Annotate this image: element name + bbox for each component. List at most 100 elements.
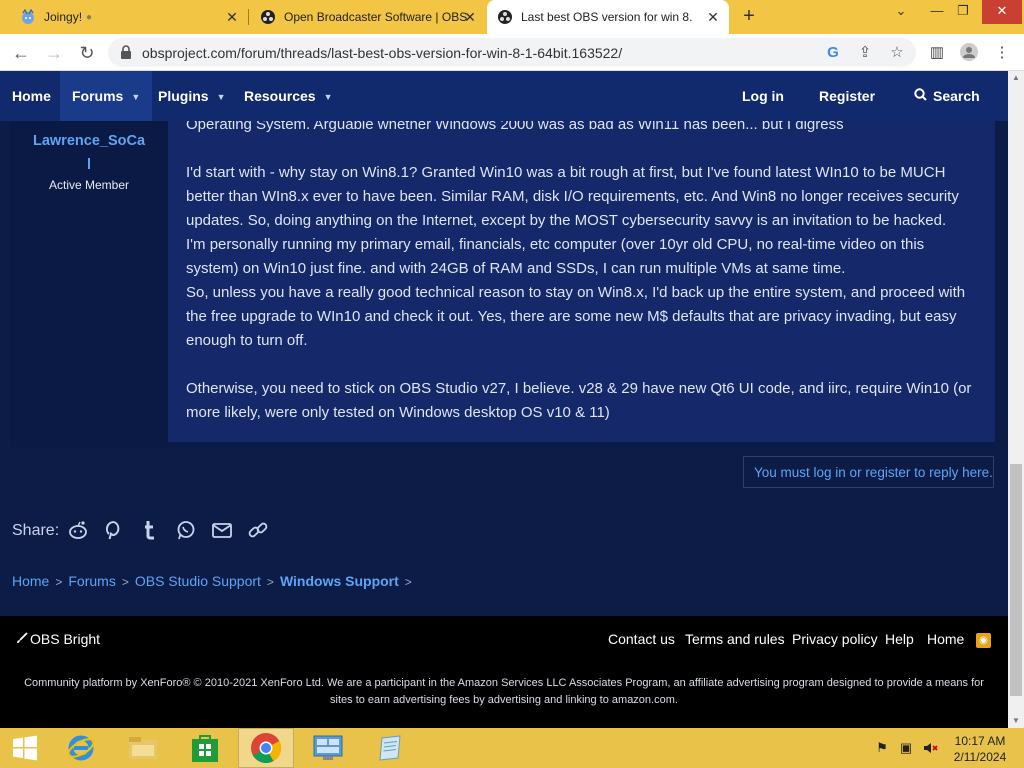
- tab-joingy[interactable]: Joingy! ● ✕: [10, 0, 248, 34]
- network-icon[interactable]: ▣: [898, 740, 914, 756]
- close-tab-icon[interactable]: ✕: [224, 9, 240, 25]
- site-footer: OBS Bright Contact us Terms and rules Pr…: [0, 616, 1008, 728]
- chevron-down-icon[interactable]: ▼: [324, 72, 333, 122]
- windows-taskbar: ⚑ ▣ 10:17 AM 2/11/2024: [0, 728, 1024, 768]
- scrollbar-thumb[interactable]: [1010, 464, 1022, 696]
- reload-icon[interactable]: ↻: [75, 41, 99, 65]
- site-navigation: Home Forums ▼ Plugins ▼ Resources ▼ Log in …: [0, 71, 1008, 121]
- post-text-line: Otherwise, you need to stick on OBS Stud…: [186, 380, 972, 397]
- new-tab-button[interactable]: +: [737, 5, 761, 29]
- post-user-panel: Lawrence_SoCa l Active Member: [10, 121, 168, 447]
- close-window-button[interactable]: ✕: [982, 0, 1022, 24]
- url-text: obsproject.com/forum/threads/last-best-o…: [142, 45, 623, 61]
- tab-search-icon[interactable]: ⌄: [884, 0, 918, 24]
- post-username[interactable]: Lawrence_SoCa l: [10, 129, 168, 177]
- copyright-line: Community platform by XenForo® © 2010-20…: [24, 677, 984, 689]
- joingy-icon: [20, 9, 36, 25]
- nav-home[interactable]: Home: [12, 71, 51, 121]
- side-panel-icon[interactable]: ▥: [927, 43, 947, 63]
- chevron-right-icon: >: [55, 575, 63, 589]
- breadcrumb-home[interactable]: Home: [12, 573, 49, 589]
- breadcrumb-forums[interactable]: Forums: [68, 573, 115, 589]
- nav-plugins[interactable]: Plugins ▼: [158, 71, 225, 121]
- style-chooser[interactable]: OBS Bright: [16, 631, 100, 647]
- bookmark-star-icon[interactable]: ☆: [888, 44, 906, 62]
- chevron-down-icon[interactable]: ▼: [131, 72, 140, 122]
- scroll-down-icon[interactable]: ▼: [1008, 714, 1024, 728]
- internet-explorer-icon[interactable]: [53, 728, 109, 768]
- windows-logo-icon: [13, 735, 37, 761]
- tab-obs-thread[interactable]: Last best OBS version for win 8.1 ✕: [487, 0, 729, 34]
- search-icon: [914, 71, 927, 121]
- nav-resources-label: Resources: [244, 88, 316, 104]
- footer-contact-us[interactable]: Contact us: [608, 631, 675, 647]
- chevron-down-icon[interactable]: ▼: [217, 72, 226, 122]
- login-to-reply-link[interactable]: You must log in or register to reply her…: [754, 465, 993, 480]
- tab-title: Open Broadcaster Software | OBS: [284, 10, 468, 24]
- url-field[interactable]: obsproject.com/forum/threads/last-best-o…: [108, 38, 916, 67]
- reddit-icon[interactable]: [67, 519, 89, 541]
- rss-icon[interactable]: ◉: [976, 633, 991, 648]
- search-label: Search: [933, 88, 980, 104]
- post-text-line: So, unless you have a really good techni…: [186, 284, 966, 301]
- profile-avatar-icon[interactable]: [959, 43, 979, 63]
- control-panel-icon[interactable]: [300, 728, 356, 768]
- system-clock[interactable]: 10:17 AM 2/11/2024: [946, 733, 1014, 765]
- forward-arrow-icon[interactable]: →: [42, 41, 66, 65]
- file-explorer-icon[interactable]: [115, 728, 171, 768]
- tab-title: Last best OBS version for win 8.1: [521, 10, 693, 24]
- breadcrumb-obs-studio-support[interactable]: OBS Studio Support: [135, 573, 261, 589]
- footer-help[interactable]: Help: [885, 631, 914, 647]
- close-tab-icon[interactable]: ✕: [705, 9, 721, 25]
- copyright-notice: Community platform by XenForo® © 2010-20…: [14, 675, 994, 709]
- chevron-right-icon: >: [404, 575, 412, 589]
- nav-forums[interactable]: Forums ▼: [60, 71, 153, 122]
- copyright-line: sites to earn advertising fees by advert…: [330, 694, 678, 706]
- back-arrow-icon[interactable]: ←: [9, 41, 33, 65]
- start-button[interactable]: [0, 728, 50, 768]
- tab-title: Joingy!: [44, 10, 83, 24]
- restore-button[interactable]: ❐: [946, 0, 980, 24]
- obs-icon: [260, 9, 276, 25]
- link-icon[interactable]: [247, 519, 269, 541]
- nav-resources[interactable]: Resources ▼: [244, 71, 333, 121]
- breadcrumb: Home > Forums > OBS Studio Support > Windows S…: [12, 573, 418, 589]
- obs-icon: [497, 9, 513, 25]
- nav-forums-label: Forums: [72, 88, 124, 104]
- notepad-icon[interactable]: [362, 728, 418, 768]
- clock-date: 2/11/2024: [953, 750, 1007, 764]
- tab-obs-home[interactable]: Open Broadcaster Software | OBS ✕: [250, 0, 486, 34]
- chevron-right-icon: >: [266, 575, 274, 589]
- browser-menu-icon[interactable]: ⋮: [992, 43, 1012, 63]
- search-button[interactable]: Search: [914, 71, 980, 121]
- scroll-up-icon[interactable]: ▲: [1008, 71, 1024, 85]
- footer-privacy[interactable]: Privacy policy: [792, 631, 878, 647]
- share-page-icon[interactable]: ⇪: [856, 44, 874, 62]
- whatsapp-icon[interactable]: [175, 519, 197, 541]
- share-label: Share:: [12, 522, 60, 539]
- google-translate-icon[interactable]: G: [824, 44, 842, 62]
- breadcrumb-windows-support[interactable]: Windows Support: [280, 573, 399, 589]
- clock-time: 10:17 AM: [954, 734, 1006, 748]
- pinterest-icon[interactable]: [103, 519, 125, 541]
- chevron-right-icon: >: [121, 575, 129, 589]
- footer-home[interactable]: Home: [927, 631, 964, 647]
- footer-terms[interactable]: Terms and rules: [685, 631, 785, 647]
- register-link[interactable]: Register: [819, 71, 875, 121]
- post-text-line: I'm personally running my primary email,…: [186, 236, 925, 253]
- lock-icon: [120, 45, 132, 59]
- close-tab-icon[interactable]: ✕: [462, 9, 478, 25]
- page-scrollbar[interactable]: ▲ ▼: [1008, 71, 1024, 728]
- volume-muted-icon[interactable]: [922, 740, 938, 756]
- style-chooser-label: OBS Bright: [30, 631, 101, 647]
- chat-bubble-icon: ●: [86, 11, 93, 23]
- flag-icon[interactable]: ⚑: [874, 740, 890, 756]
- email-icon[interactable]: [211, 519, 233, 541]
- login-link[interactable]: Log in: [742, 71, 784, 121]
- windows-store-icon[interactable]: [177, 728, 233, 768]
- tumblr-icon[interactable]: [139, 519, 161, 541]
- paintbrush-icon: [16, 631, 28, 647]
- chrome-taskbar-icon[interactable]: [238, 728, 294, 768]
- post-text-line: the free upgrade to WIn10 and check it o…: [186, 308, 957, 325]
- post-text-line: system) on Win10 just fine. and with 24G…: [186, 260, 846, 277]
